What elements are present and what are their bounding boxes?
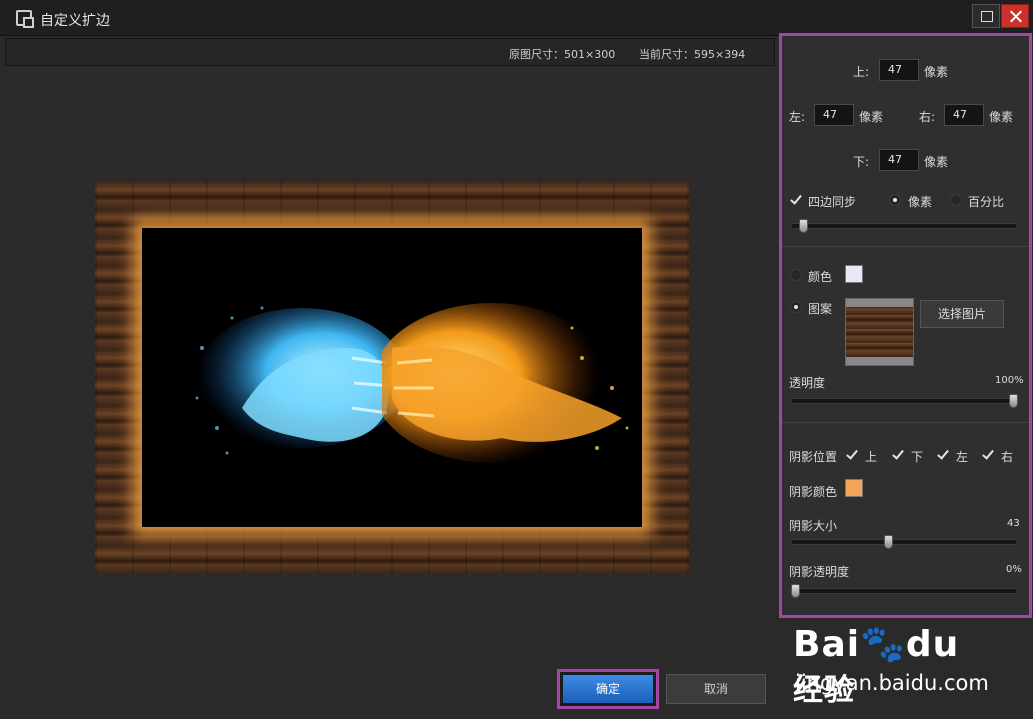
preview-image-with-border <box>95 181 689 574</box>
shadow-opacity-value: 0% <box>1006 564 1022 575</box>
left-margin-label: 左: <box>789 110 806 124</box>
shadow-left-checkbox[interactable] <box>937 449 949 461</box>
choose-image-button[interactable]: 选择图片 <box>920 300 1004 328</box>
top-unit-label: 像素 <box>924 65 949 79</box>
shadow-size-value: 43 <box>1007 518 1020 529</box>
shadow-opacity-slider[interactable] <box>790 584 1018 598</box>
watermark-url: jingyan.baidu.com <box>795 671 989 695</box>
pattern-fill-radio[interactable] <box>790 301 802 313</box>
right-margin-label: 右: <box>919 110 936 124</box>
border-size-slider-thumb[interactable] <box>799 219 808 233</box>
border-size-slider[interactable] <box>790 219 1018 233</box>
shadow-top-checkbox[interactable] <box>846 449 858 461</box>
sync-sides-checkbox[interactable] <box>790 194 802 206</box>
shadow-color-swatch[interactable] <box>845 479 863 497</box>
right-margin-input[interactable]: 47 <box>944 104 984 126</box>
original-size-text: 原图尺寸：501×300 <box>509 48 616 61</box>
opacity-value: 100% <box>995 375 1024 386</box>
bottom-margin-label: 下: <box>853 155 870 169</box>
baidu-logo: Bai🐾du经验 <box>793 624 960 708</box>
pixel-radio[interactable] <box>889 194 901 206</box>
shadow-left-label: 左 <box>956 450 969 464</box>
size-info-bar: 原图尺寸：501×300 当前尺寸：595×394 <box>5 38 775 66</box>
shadow-color-label: 阴影颜色 <box>789 485 838 499</box>
percent-radio-label: 百分比 <box>968 195 1005 209</box>
ok-button[interactable]: 确定 <box>563 675 653 703</box>
close-button[interactable] <box>1001 4 1029 28</box>
shadow-opacity-slider-thumb[interactable] <box>791 584 800 598</box>
percent-radio[interactable] <box>950 194 962 206</box>
baidu-jingyan-watermark: Bai🐾du经验 jingyan.baidu.com <box>793 613 989 708</box>
bottom-margin-input[interactable]: 47 <box>879 149 919 171</box>
color-fill-label: 颜色 <box>808 270 833 284</box>
preview-photo <box>142 228 642 527</box>
opacity-label: 透明度 <box>789 376 826 390</box>
shadow-top-label: 上 <box>865 450 878 464</box>
current-size-text: 当前尺寸：595×394 <box>639 48 746 61</box>
fill-color-swatch[interactable] <box>845 265 863 283</box>
wood-pattern-image <box>846 307 913 357</box>
shadow-position-label: 阴影位置 <box>789 450 838 464</box>
opacity-slider[interactable] <box>790 394 1018 408</box>
left-margin-input[interactable]: 47 <box>814 104 854 126</box>
divider <box>782 246 1029 247</box>
bottom-unit-label: 像素 <box>924 155 949 169</box>
pattern-thumbnail[interactable] <box>845 298 914 366</box>
divider <box>782 422 1029 423</box>
cancel-button[interactable]: 取消 <box>666 674 766 704</box>
pixel-radio-label: 像素 <box>908 195 933 209</box>
shadow-bottom-checkbox[interactable] <box>892 449 904 461</box>
shadow-size-label: 阴影大小 <box>789 519 838 533</box>
maximize-button[interactable] <box>972 4 1000 28</box>
top-margin-label: 上: <box>853 65 870 79</box>
title-bar: 自定义扩边 <box>0 0 1033 36</box>
fire-fist-image <box>382 303 629 463</box>
color-fill-radio[interactable] <box>790 269 802 281</box>
top-margin-input[interactable]: 47 <box>879 59 919 81</box>
ice-fist-image <box>195 306 402 455</box>
window-title: 自定义扩边 <box>40 13 110 29</box>
shadow-opacity-label: 阴影透明度 <box>789 565 850 579</box>
right-unit-label: 像素 <box>989 110 1014 124</box>
shadow-size-slider-thumb[interactable] <box>884 535 893 549</box>
ok-button-highlight: 确定 <box>557 669 659 709</box>
opacity-slider-thumb[interactable] <box>1009 394 1018 408</box>
settings-panel: 上: 47 像素 左: 47 像素 右: 47 像素 下: 47 像素 四边同步… <box>779 33 1032 618</box>
left-unit-label: 像素 <box>859 110 884 124</box>
shadow-right-label: 右 <box>1001 450 1014 464</box>
shadow-bottom-label: 下 <box>911 450 924 464</box>
sync-sides-label: 四边同步 <box>808 195 857 209</box>
shadow-size-slider[interactable] <box>790 535 1018 549</box>
pattern-fill-label: 图案 <box>808 302 833 316</box>
shadow-right-checkbox[interactable] <box>982 449 994 461</box>
crop-expand-icon <box>16 10 34 28</box>
